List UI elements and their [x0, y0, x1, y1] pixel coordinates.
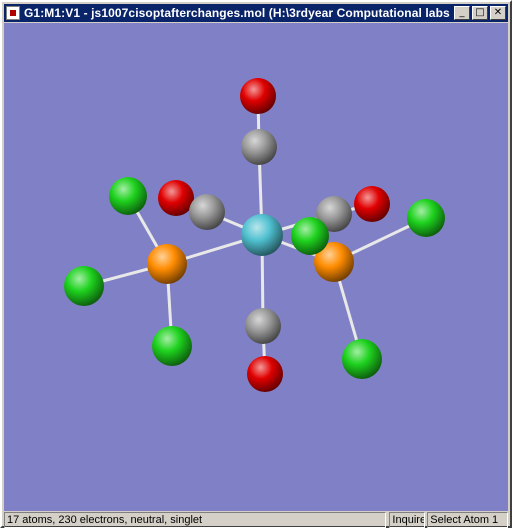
atom-Cl4[interactable]: [291, 217, 329, 255]
atom-O2[interactable]: [158, 180, 194, 216]
atom-C4[interactable]: [245, 308, 281, 344]
molecule-viewer-window: G1:M1:V1 - js1007cisoptafterchanges.mol …: [0, 0, 512, 528]
atom-Cl5[interactable]: [152, 326, 192, 366]
window-title: G1:M1:V1 - js1007cisoptafterchanges.mol …: [24, 6, 452, 20]
molecule-canvas[interactable]: [4, 23, 508, 511]
maximize-button[interactable]: □: [472, 6, 488, 20]
atom-M[interactable]: [241, 214, 283, 256]
atom-Cl2[interactable]: [407, 199, 445, 237]
atom-Cl1[interactable]: [109, 177, 147, 215]
atom-O3[interactable]: [354, 186, 390, 222]
atom-C2[interactable]: [189, 194, 225, 230]
gaussview-app-icon[interactable]: [6, 6, 20, 20]
atom-C1[interactable]: [241, 129, 277, 165]
status-bar: 17 atoms, 230 electrons, neutral, single…: [4, 512, 508, 528]
atom-Cl3[interactable]: [64, 266, 104, 306]
atom-O1[interactable]: [240, 78, 276, 114]
atom-P1[interactable]: [147, 244, 187, 284]
status-mode: Inquire: [389, 512, 426, 528]
atom-Cl6[interactable]: [342, 339, 382, 379]
close-button[interactable]: ✕: [490, 6, 506, 20]
status-summary: 17 atoms, 230 electrons, neutral, single…: [4, 512, 387, 528]
minimize-button[interactable]: _: [454, 6, 470, 20]
atom-O4[interactable]: [247, 356, 283, 392]
title-bar[interactable]: G1:M1:V1 - js1007cisoptafterchanges.mol …: [4, 4, 508, 22]
molecule-3d-viewport[interactable]: [4, 23, 508, 511]
status-hint: Select Atom 1: [427, 512, 508, 528]
